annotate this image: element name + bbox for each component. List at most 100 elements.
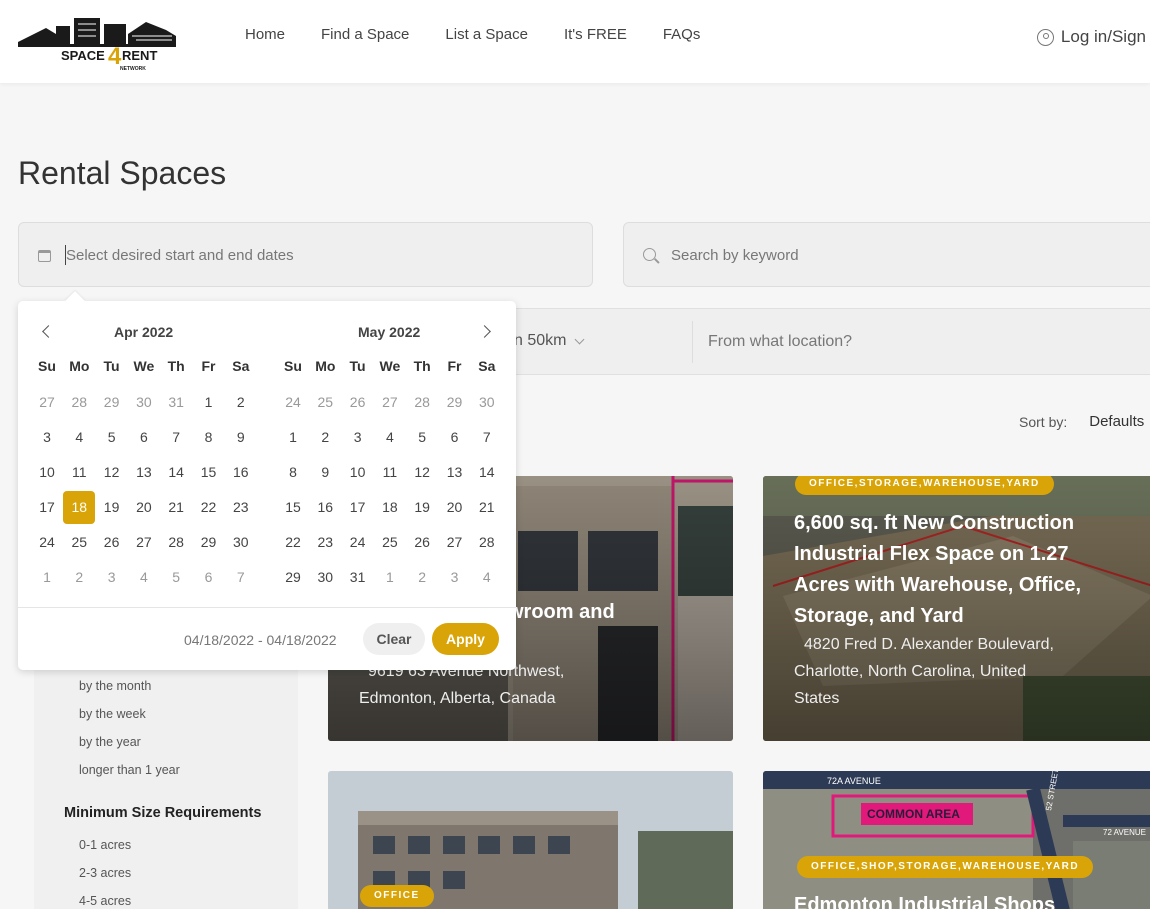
calendar-day[interactable]: 12 — [96, 456, 128, 489]
calendar-day[interactable]: 24 — [342, 526, 374, 559]
calendar-day[interactable]: 1 — [277, 421, 309, 454]
calendar-day[interactable]: 3 — [439, 561, 471, 594]
calendar-day[interactable]: 25 — [309, 386, 341, 419]
calendar-day[interactable]: 9 — [225, 421, 257, 454]
calendar-day[interactable]: 20 — [128, 491, 160, 524]
calendar-day[interactable]: 25 — [63, 526, 95, 559]
calendar-day[interactable]: 28 — [471, 526, 503, 559]
nav-its-free[interactable]: It's FREE — [564, 26, 627, 43]
calendar-day[interactable]: 9 — [309, 456, 341, 489]
calendar-day[interactable]: 2 — [309, 421, 341, 454]
calendar-day[interactable]: 28 — [63, 386, 95, 419]
calendar-day[interactable]: 5 — [160, 561, 192, 594]
calendar-day[interactable]: 26 — [342, 386, 374, 419]
calendar-day[interactable]: 21 — [160, 491, 192, 524]
calendar-day[interactable]: 11 — [63, 456, 95, 489]
calendar-day[interactable]: 12 — [406, 456, 438, 489]
calendar-day[interactable]: 3 — [342, 421, 374, 454]
calendar-day[interactable]: 14 — [160, 456, 192, 489]
calendar-day[interactable]: 7 — [160, 421, 192, 454]
calendar-day[interactable]: 2 — [406, 561, 438, 594]
calendar-day[interactable]: 26 — [406, 526, 438, 559]
calendar-day[interactable]: 30 — [309, 561, 341, 594]
location-input[interactable] — [708, 330, 1138, 354]
calendar-day[interactable]: 30 — [471, 386, 503, 419]
apply-button[interactable]: Apply — [432, 623, 499, 655]
calendar-day[interactable]: 29 — [96, 386, 128, 419]
calendar-day[interactable]: 5 — [96, 421, 128, 454]
calendar-day[interactable]: 4 — [471, 561, 503, 594]
size-option-2-3[interactable]: 2-3 acres — [79, 866, 131, 880]
nav-find-a-space[interactable]: Find a Space — [321, 26, 409, 43]
calendar-day[interactable]: 10 — [342, 456, 374, 489]
listing-card[interactable]: 72A AVENUE COMMON AREA 72 AVENUE 52 STRE… — [763, 771, 1150, 909]
calendar-day[interactable]: 5 — [406, 421, 438, 454]
calendar-day[interactable]: 24 — [277, 386, 309, 419]
calendar-day[interactable]: 7 — [225, 561, 257, 594]
calendar-day[interactable]: 31 — [160, 386, 192, 419]
calendar-day[interactable]: 4 — [63, 421, 95, 454]
calendar-day[interactable]: 21 — [471, 491, 503, 524]
nav-home[interactable]: Home — [245, 26, 285, 43]
duration-option-week[interactable]: by the week — [79, 707, 146, 721]
size-option-4-5[interactable]: 4-5 acres — [79, 894, 131, 908]
date-range-field[interactable] — [18, 222, 593, 287]
calendar-day[interactable]: 2 — [225, 386, 257, 419]
calendar-day[interactable]: 17 — [31, 491, 63, 524]
calendar-day[interactable]: 29 — [277, 561, 309, 594]
radius-select[interactable]: n 50km — [514, 332, 585, 350]
chevron-left-icon[interactable] — [42, 325, 55, 338]
calendar-day[interactable]: 23 — [225, 491, 257, 524]
site-logo[interactable]: SPACE 4 RENT NETWORK — [16, 14, 180, 72]
calendar-day[interactable]: 1 — [193, 386, 225, 419]
calendar-day[interactable]: 10 — [31, 456, 63, 489]
calendar-day[interactable]: 22 — [193, 491, 225, 524]
chevron-right-icon[interactable] — [478, 325, 491, 338]
calendar-day[interactable]: 25 — [374, 526, 406, 559]
calendar-day[interactable]: 6 — [193, 561, 225, 594]
calendar-day[interactable]: 19 — [96, 491, 128, 524]
calendar-day[interactable]: 30 — [128, 386, 160, 419]
calendar-day[interactable]: 1 — [374, 561, 406, 594]
nav-faqs[interactable]: FAQs — [663, 26, 701, 43]
calendar-day[interactable]: 7 — [471, 421, 503, 454]
calendar-day[interactable]: 3 — [31, 421, 63, 454]
calendar-day[interactable]: 30 — [225, 526, 257, 559]
calendar-day[interactable]: 13 — [439, 456, 471, 489]
calendar-day[interactable]: 22 — [277, 526, 309, 559]
calendar-day[interactable]: 18 — [63, 491, 96, 524]
calendar-day[interactable]: 28 — [160, 526, 192, 559]
calendar-day[interactable]: 14 — [471, 456, 503, 489]
keyword-search-field[interactable] — [623, 222, 1150, 287]
calendar-day[interactable]: 20 — [439, 491, 471, 524]
listing-card[interactable]: OFFICE — [328, 771, 733, 909]
calendar-day[interactable]: 4 — [374, 421, 406, 454]
login-link[interactable]: Log in/Sign — [1036, 27, 1146, 47]
nav-list-a-space[interactable]: List a Space — [445, 26, 528, 43]
calendar-day[interactable]: 15 — [193, 456, 225, 489]
calendar-day[interactable]: 3 — [96, 561, 128, 594]
calendar-day[interactable]: 29 — [439, 386, 471, 419]
sort-control[interactable]: Sort by: Defaults — [1019, 413, 1144, 430]
calendar-day[interactable]: 18 — [374, 491, 406, 524]
calendar-day[interactable]: 27 — [374, 386, 406, 419]
duration-option-longer[interactable]: longer than 1 year — [79, 763, 180, 777]
calendar-day[interactable]: 31 — [342, 561, 374, 594]
calendar-day[interactable]: 6 — [439, 421, 471, 454]
calendar-day[interactable]: 17 — [342, 491, 374, 524]
clear-button[interactable]: Clear — [363, 623, 425, 655]
calendar-day[interactable]: 28 — [406, 386, 438, 419]
calendar-day[interactable]: 4 — [128, 561, 160, 594]
calendar-day[interactable]: 23 — [309, 526, 341, 559]
calendar-day[interactable]: 15 — [277, 491, 309, 524]
calendar-day[interactable]: 8 — [193, 421, 225, 454]
calendar-day[interactable]: 19 — [406, 491, 438, 524]
calendar-day[interactable]: 6 — [128, 421, 160, 454]
calendar-day[interactable]: 26 — [96, 526, 128, 559]
listing-card[interactable]: OFFICE,STORAGE,WAREHOUSE,YARD 6,600 sq. … — [763, 476, 1150, 741]
calendar-day[interactable]: 1 — [31, 561, 63, 594]
date-range-input[interactable] — [66, 243, 566, 267]
calendar-day[interactable]: 29 — [193, 526, 225, 559]
duration-option-year[interactable]: by the year — [79, 735, 141, 749]
calendar-day[interactable]: 11 — [374, 456, 406, 489]
